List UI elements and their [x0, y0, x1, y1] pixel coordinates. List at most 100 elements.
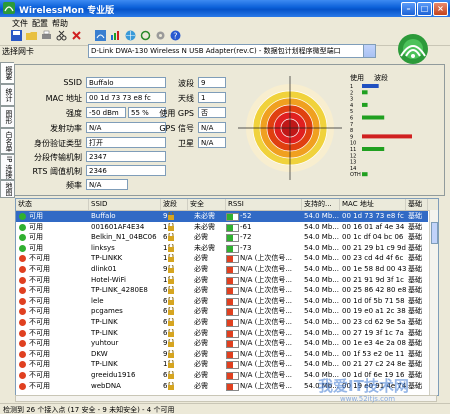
table-row[interactable]: 不可用 TP-LINK 6 必需 N/A (上次信号... 54.0 Mb... 00 27…	[16, 328, 428, 339]
col-rssi[interactable]: RSSI	[226, 199, 302, 210]
tab-ip-connection[interactable]: IP 连接	[0, 154, 15, 180]
adapter-select[interactable]: D-Link DWA-130 Wireless N USB Adapter(re…	[88, 44, 376, 58]
cell-security: 未必需	[194, 243, 215, 252]
table-row[interactable]: 不可用 pcgames 6 必需 N/A (上次信号... 54.0 Mb... 00 19…	[16, 306, 428, 317]
cell-security: 必需	[194, 318, 208, 326]
col-mac[interactable]: MAC 地址	[340, 199, 406, 210]
cell-ssid: Hotel-WiFi	[91, 275, 126, 284]
close-button[interactable]: ×	[433, 2, 448, 16]
cell-rate: 54.0 Mb...	[304, 254, 339, 263]
cell-mode: 基础	[408, 328, 422, 337]
table-row[interactable]: 不可用 lele 6 必需 N/A (上次信号... 54.0 Mb... 00 1d 0f…	[16, 296, 428, 307]
folder-icon[interactable]	[26, 30, 37, 41]
tab-statistics[interactable]: 统计	[0, 84, 15, 106]
strength-label: 强度	[66, 109, 82, 118]
delete-icon[interactable]	[71, 30, 82, 41]
table-row[interactable]: 可用 Belkin_N1_04BC06 6 必需 -72 54.0 Mb... 00 1c …	[16, 232, 428, 243]
vertical-scrollbar[interactable]	[429, 210, 438, 395]
cell-status: 可用	[29, 222, 43, 231]
cell-mode: 基础	[408, 233, 422, 242]
cell-rate: 54.0 Mb...	[304, 349, 339, 358]
cell-security: 必需	[194, 339, 208, 348]
table-row[interactable]: 不可用 TP-LINK 6 必需 N/A (上次信号... 54.0 Mb... 00 23…	[16, 317, 428, 328]
cell-rssi: -52	[240, 212, 252, 220]
cell-mode: 基础	[408, 222, 422, 231]
table-row[interactable]: 可用 Buffalo 9 未必需 -52 54.0 Mb... 00 1d 73 73 e8…	[16, 211, 428, 222]
wifi-icon[interactable]	[95, 30, 106, 41]
cell-ssid: Buffalo	[91, 212, 116, 220]
status-dot-icon	[19, 244, 26, 252]
cell-rssi: -73	[240, 243, 252, 252]
table-row[interactable]: 不可用 TP-LINKK 1 必需 N/A (上次信号... 54.0 Mb... 00 2…	[16, 253, 428, 264]
status-text: 检测到 26 个接入点 (17 安全 - 9 未知安全) - 4 个可用	[3, 406, 175, 414]
table-row[interactable]: 不可用TP-LINK11必需N/A (上次信号...54.0 Mb...00 2…	[16, 359, 428, 370]
table-row[interactable]: 可用linksys11未必需-7354.0 Mb...00 21 29 b1 c…	[16, 243, 428, 254]
status-dot-icon	[19, 372, 26, 379]
globe-icon[interactable]	[125, 30, 136, 41]
chevron-down-icon[interactable]	[363, 45, 375, 57]
cell-rssi: N/A (上次信号...	[240, 371, 293, 379]
cell-mode: 基础	[408, 296, 422, 305]
help-icon[interactable]: ?	[170, 30, 181, 41]
gear-icon[interactable]	[155, 30, 166, 41]
save-icon[interactable]	[11, 30, 22, 41]
cell-security: 必需	[194, 296, 208, 305]
table-row[interactable]: 不可用Hotel-WiFi11必需N/A (上次信号...54.0 Mb...0…	[16, 275, 428, 286]
lock-icon	[168, 318, 174, 326]
lock-icon	[168, 254, 174, 263]
lock-icon	[168, 371, 174, 379]
table-row[interactable]: 不可用 dlink01 9 必需 N/A (上次信号... 54.0 Mb... 00 1e…	[16, 264, 428, 275]
cell-security: 必需	[194, 275, 208, 284]
table-row[interactable]: 不可用 TP-LINK_4280E8 6 必需 N/A (上次信号... 54.0 Mb.…	[16, 285, 428, 296]
maximize-button[interactable]: □	[417, 2, 432, 16]
table-row[interactable]: 不可用 yuhtour 9 必需 N/A (上次信号... 54.0 Mb... 00 1e…	[16, 338, 428, 349]
cell-ssid: DKW	[91, 349, 108, 358]
access-point-table: 状态 SSID 波段 安全 RSSI 支持的... MAC 地址 基础 可用 Bu…	[15, 198, 439, 396]
col-mode[interactable]: 基础	[406, 199, 428, 210]
watermark: 我爱IT技术网	[318, 377, 409, 395]
channel-label-11: 11	[350, 147, 356, 153]
cell-security: 必需	[194, 349, 208, 358]
col-status[interactable]: 状态	[16, 199, 89, 210]
cell-mode: 基础	[408, 349, 422, 358]
cell-security: 必需	[194, 371, 208, 379]
col-security[interactable]: 安全	[188, 199, 226, 210]
refresh-icon[interactable]	[140, 30, 151, 41]
tab-graph[interactable]: 图形	[0, 106, 15, 128]
rssi-bar	[226, 234, 239, 243]
scroll-thumb[interactable]	[431, 222, 438, 244]
cell-mode: 基础	[408, 371, 422, 379]
col-ssid[interactable]: SSID	[89, 199, 161, 210]
rssi-bar	[226, 361, 239, 370]
cell-rssi: N/A (上次信号...	[240, 254, 293, 263]
cell-status: 不可用	[29, 371, 50, 379]
rts-label: RTS 阈值机制	[32, 167, 82, 176]
table-row[interactable]: 可用 001601AF4E34 1 未必需 -61 54.0 Mb... 00 16 01 …	[16, 222, 428, 233]
col-rate[interactable]: 支持的...	[302, 199, 340, 210]
chart-icon[interactable]	[110, 30, 121, 41]
col-channel[interactable]: 波段	[161, 199, 188, 210]
status-dot-icon	[19, 213, 26, 220]
vertical-tabs: 概要 统计 图形 白名单 IP 连接 地图	[0, 62, 15, 198]
cell-mac: 00 19 e0 a1 2c 38	[342, 307, 406, 316]
status-dot-icon	[19, 361, 26, 369]
cell-status: 不可用	[29, 349, 50, 358]
minimize-button[interactable]: –	[401, 2, 416, 16]
tab-summary[interactable]: 概要	[0, 62, 14, 84]
print-icon[interactable]	[41, 30, 52, 41]
channel-bar-4	[362, 102, 368, 107]
table-row[interactable]: 不可用 DKW 9 必需 N/A (上次信号... 54.0 Mb... 00 1f 53 …	[16, 349, 428, 360]
gps-signal-value: N/A	[198, 122, 226, 133]
cell-security: 必需	[194, 360, 208, 369]
channel-label-2: 2	[350, 90, 353, 96]
app-icon	[3, 2, 15, 14]
auth-type-value: 打开	[86, 137, 166, 148]
status-dot-icon	[19, 297, 26, 305]
tab-map[interactable]: 地图	[0, 180, 15, 198]
status-dot-icon	[19, 276, 26, 284]
lock-icon	[168, 296, 174, 305]
lock-icon	[168, 286, 174, 295]
ssid-value: Buffalo	[86, 77, 166, 88]
scissors-icon[interactable]	[56, 30, 67, 41]
tab-whitelist[interactable]: 白名单	[0, 128, 15, 154]
